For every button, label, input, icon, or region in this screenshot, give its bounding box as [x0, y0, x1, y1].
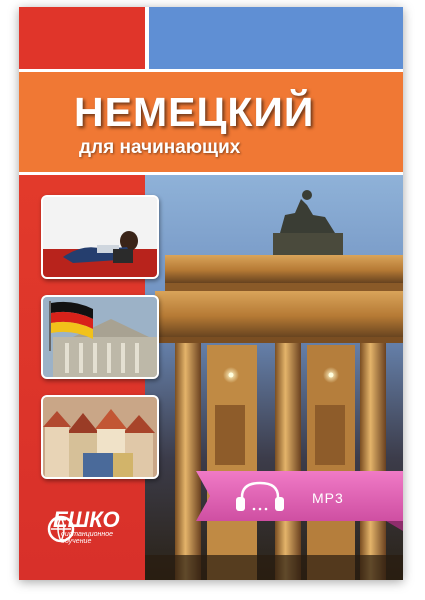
mp3-label: MP3	[312, 490, 344, 506]
logo-caption: дистанционное обучение	[61, 531, 121, 545]
mp3-badge	[196, 471, 403, 531]
old-town-roofs-photo	[41, 395, 159, 479]
logo-caption-line1: дистанционное	[61, 531, 114, 538]
woman-with-laptop-photo	[41, 195, 159, 279]
reichstag-flag-photo	[41, 295, 159, 379]
logo-name: ЕШКО	[53, 507, 120, 532]
page-subtitle: для начинающих	[79, 137, 241, 158]
page-title: НЕМЕЦКИЙ	[74, 89, 315, 135]
top-red-block	[19, 7, 145, 69]
logo-caption-line2: обучение	[61, 538, 92, 545]
top-blue-block	[149, 7, 403, 69]
